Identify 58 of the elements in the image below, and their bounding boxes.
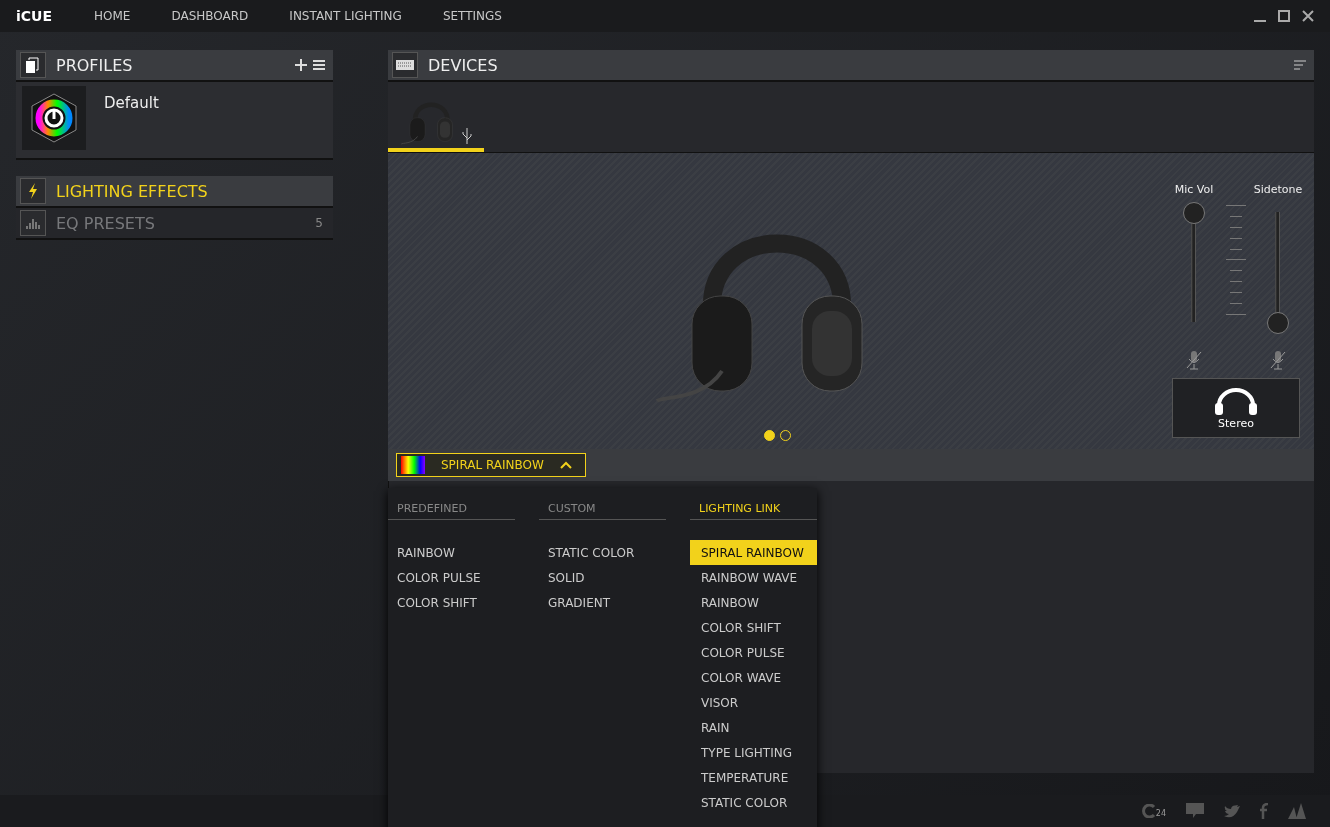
- nav-tab[interactable]: SETTINGS: [442, 9, 502, 23]
- sails-icon[interactable]: [1288, 803, 1306, 819]
- slider-thumb[interactable]: [1183, 202, 1205, 224]
- menu-item[interactable]: COLOR PULSE: [388, 565, 515, 590]
- profiles-icon: [20, 52, 46, 78]
- add-icon[interactable]: [295, 59, 307, 71]
- muted-mic-icon[interactable]: [1270, 350, 1286, 370]
- menu-icon[interactable]: [313, 59, 325, 71]
- profile-logo-icon: [31, 93, 77, 143]
- maximize-icon[interactable]: [1278, 10, 1290, 22]
- profile-name: Default: [104, 94, 159, 112]
- menu-item[interactable]: SPIRAL RAINBOW: [690, 540, 817, 565]
- menu-category: CUSTOM: [539, 502, 666, 520]
- headphones-icon: [1213, 386, 1259, 415]
- usb-icon: [462, 128, 473, 144]
- lightning-icon: [20, 178, 46, 204]
- rainbow-swatch-icon: [401, 456, 425, 474]
- menu-item[interactable]: STATIC COLOR: [690, 790, 817, 815]
- app-logo: iCUE: [16, 8, 52, 24]
- caret-icon: [559, 461, 572, 469]
- effect-dropdown[interactable]: SPIRAL RAINBOW: [396, 453, 586, 477]
- muted-mic-icon[interactable]: [1186, 350, 1202, 370]
- menu-item[interactable]: RAIN: [690, 715, 817, 740]
- close-icon[interactable]: [1302, 10, 1314, 22]
- menu-item[interactable]: TYPE LIGHTING: [690, 740, 817, 765]
- stereo-button[interactable]: Stereo: [1172, 378, 1300, 438]
- keyboard-icon: [392, 52, 418, 78]
- profiles-title: PROFILES: [56, 55, 133, 75]
- menu-item[interactable]: RAINBOW WAVE: [690, 565, 817, 590]
- menu-item[interactable]: TEMPERATURE: [690, 765, 817, 790]
- menu-item[interactable]: STATIC COLOR: [539, 540, 666, 565]
- menu-item[interactable]: VISOR: [690, 690, 817, 715]
- menu-item[interactable]: GRADIENT: [539, 590, 666, 615]
- menu-item[interactable]: RAINBOW: [690, 590, 817, 615]
- section-tab[interactable]: LIGHTING EFFECTS: [16, 176, 333, 208]
- menu-item[interactable]: COLOR SHIFT: [690, 615, 817, 640]
- menu-item[interactable]: COLOR PULSE: [690, 640, 817, 665]
- devices-title: DEVICES: [428, 55, 498, 75]
- slider-label: Sidetone: [1253, 183, 1303, 196]
- menu-category: LIGHTING LINK: [690, 502, 817, 520]
- menu-item[interactable]: RAINBOW: [388, 540, 515, 565]
- bird-icon[interactable]: [1224, 804, 1240, 818]
- profile-item[interactable]: Default: [16, 82, 333, 160]
- nav-tab[interactable]: HOME: [94, 9, 131, 23]
- nav-tab[interactable]: INSTANT LIGHTING: [289, 9, 402, 23]
- menu-category: PREDEFINED: [388, 502, 515, 520]
- nav-tab[interactable]: DASHBOARD: [171, 9, 249, 23]
- menu-item[interactable]: SOLID: [539, 565, 666, 590]
- slider-thumb[interactable]: [1267, 312, 1289, 334]
- carousel-dot[interactable]: [763, 430, 775, 441]
- f-letter-icon[interactable]: [1260, 803, 1268, 819]
- slider-label: Mic Vol: [1174, 183, 1214, 196]
- menu-item[interactable]: COLOR WAVE: [690, 665, 817, 690]
- section-tab[interactable]: EQ PRESETS 5: [16, 208, 333, 240]
- menu-item[interactable]: COLOR SHIFT: [388, 590, 515, 615]
- equalizer-icon: [20, 210, 46, 236]
- chat-icon[interactable]: [1186, 803, 1204, 819]
- preset-count: 5: [315, 216, 323, 230]
